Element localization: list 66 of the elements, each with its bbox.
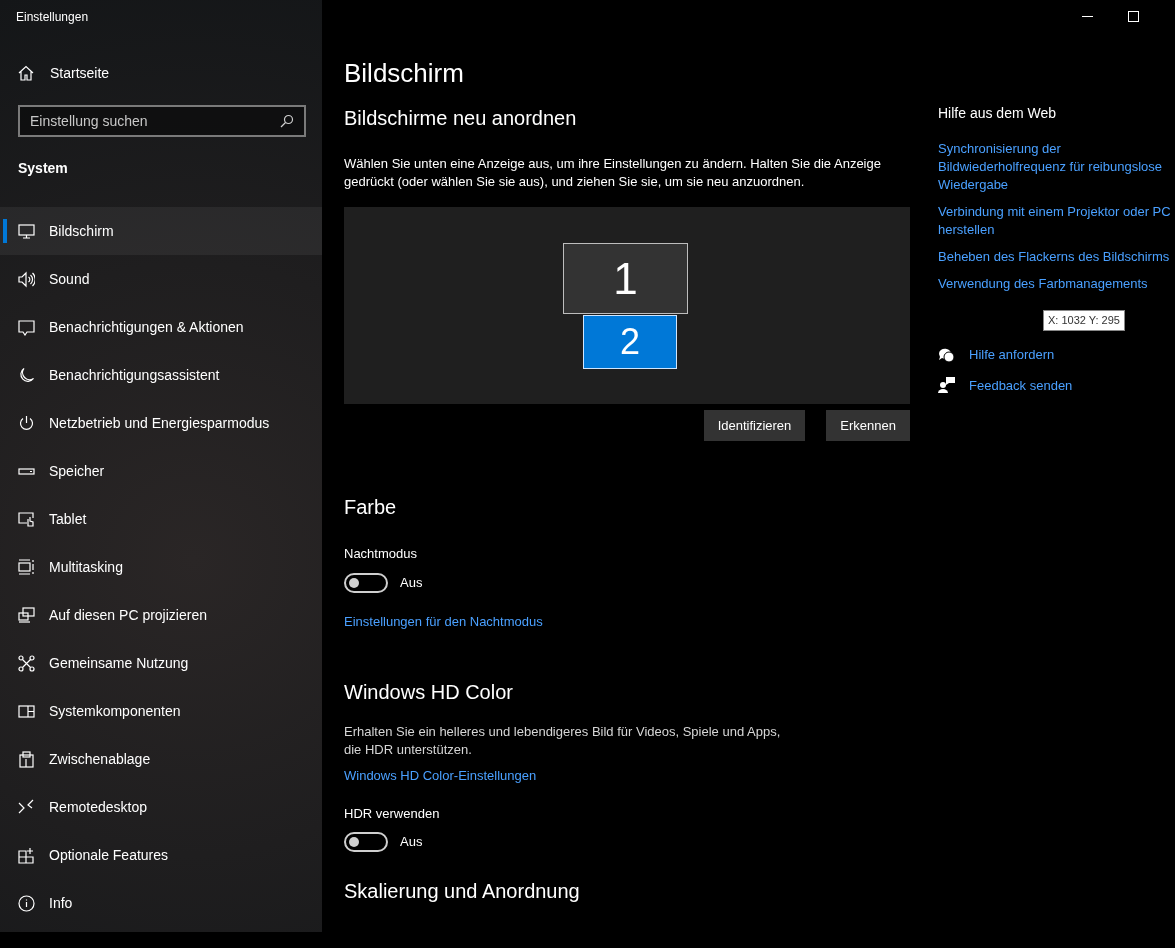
sidebar-item[interactable]: Gemeinsame Nutzung xyxy=(0,639,322,687)
section-heading: System xyxy=(18,160,68,176)
person-feedback-icon xyxy=(938,377,955,394)
toggle-state-text: Aus xyxy=(400,833,423,852)
hd-color-settings-link[interactable]: Windows HD Color-Einstellungen xyxy=(344,766,537,786)
help-heading: Hilfe aus dem Web xyxy=(938,104,1057,123)
description-text: Wählen Sie unten eine Anzeige aus, um ihre Einstellungen zu ändern. Halten Sie die Anzeige gedrückt (oder wählen Sie sie aus), und ziehen Sie sie, um sie neu anzuordnen. xyxy=(344,155,882,191)
info-icon xyxy=(18,894,35,912)
speech-bubble-icon xyxy=(18,318,35,336)
moon-icon xyxy=(18,366,35,384)
sidebar-item[interactable]: Speicher xyxy=(0,447,322,495)
section-heading: Bildschirme neu anordnen xyxy=(344,106,578,131)
minimize-icon xyxy=(1081,15,1093,17)
help-link[interactable]: Beheben des Flackerns des Bildschirms xyxy=(938,248,1170,266)
monitor-icon xyxy=(18,222,35,240)
sidebar-item[interactable]: Multitasking xyxy=(0,543,322,591)
section-heading: Windows HD Color xyxy=(344,680,514,705)
home-icon xyxy=(18,65,34,81)
tooltip: X: 1032 Y: 295 xyxy=(1043,310,1125,331)
remote-arrows-icon xyxy=(18,798,35,816)
search-icon xyxy=(280,114,294,128)
toggle-label: HDR verwenden xyxy=(344,804,440,823)
window-title: Einstellungen xyxy=(16,9,89,26)
night-mode-settings-link[interactable]: Einstellungen für den Nachtmodus xyxy=(344,611,543,631)
help-link[interactable]: Verwendung des Farbmanagements xyxy=(938,275,1148,293)
sidebar-item[interactable]: Benachrichtigungsassistent xyxy=(0,351,322,399)
sidebar-item[interactable]: Zwischenablage xyxy=(0,735,322,783)
help-action-link[interactable]: Hilfe anfordern xyxy=(938,345,1055,365)
sidebar-item[interactable]: Bildschirm xyxy=(0,207,322,255)
multitasking-icon xyxy=(18,558,35,576)
grid-plus-icon xyxy=(18,846,35,864)
tablet-icon xyxy=(18,510,35,528)
toggle-state-text: Aus xyxy=(400,573,423,592)
speaker-icon xyxy=(18,270,35,288)
section-heading: Farbe xyxy=(344,495,398,520)
sidebar-item[interactable]: Benachrichtigungen & Aktionen xyxy=(0,303,322,351)
toggle-switch[interactable] xyxy=(344,572,388,593)
chat-question-icon xyxy=(938,346,955,363)
display-tile[interactable]: 2 xyxy=(583,315,677,369)
section-heading: Skalierung und Anordnung xyxy=(344,879,581,904)
panels-icon xyxy=(18,702,35,720)
search-field[interactable]: Einstellung suchen xyxy=(18,105,306,137)
projection-icon xyxy=(18,606,35,624)
help-link[interactable]: Verbindung mit einem Projektor oder PC herstellen xyxy=(938,203,1174,239)
share-nodes-icon xyxy=(18,654,35,672)
power-icon xyxy=(18,414,35,432)
clipboard-icon xyxy=(18,750,35,768)
identify-button[interactable]: Identifizieren xyxy=(703,410,806,441)
toggle-label: Nachtmodus xyxy=(344,545,417,563)
sidebar-item[interactable]: Remotedesktop xyxy=(0,783,322,831)
sidebar-item[interactable]: Netzbetrieb und Energiesparmodus xyxy=(0,399,322,447)
sidebar-item[interactable]: Optionale Features xyxy=(0,831,322,879)
sidebar-item[interactable]: Auf diesen PC projizieren xyxy=(0,591,322,639)
sidebar-item[interactable]: Sound xyxy=(0,255,322,303)
detect-button[interactable]: Erkennen xyxy=(826,410,910,441)
sidebar-item[interactable]: Info xyxy=(0,879,322,927)
sidebar-item[interactable]: Tablet xyxy=(0,495,322,543)
maximize-icon xyxy=(1127,10,1139,22)
display-tile[interactable]: 1 xyxy=(563,243,688,314)
description-text: Erhalten Sie ein helleres und lebendigeres Bild für Videos, Spiele und Apps, die HDR unterstützen. xyxy=(344,723,782,759)
home-link[interactable]: Startseite xyxy=(18,58,110,88)
help-link[interactable]: Synchronisierung der Bildwiederholfrequenz für reibungslose Wiedergabe xyxy=(938,140,1174,194)
sidebar-item[interactable]: Systemkomponenten xyxy=(0,687,322,735)
help-action-link[interactable]: Feedback senden xyxy=(938,375,1073,395)
toggle-switch[interactable] xyxy=(344,832,388,852)
page-title: Bildschirm xyxy=(344,57,465,90)
